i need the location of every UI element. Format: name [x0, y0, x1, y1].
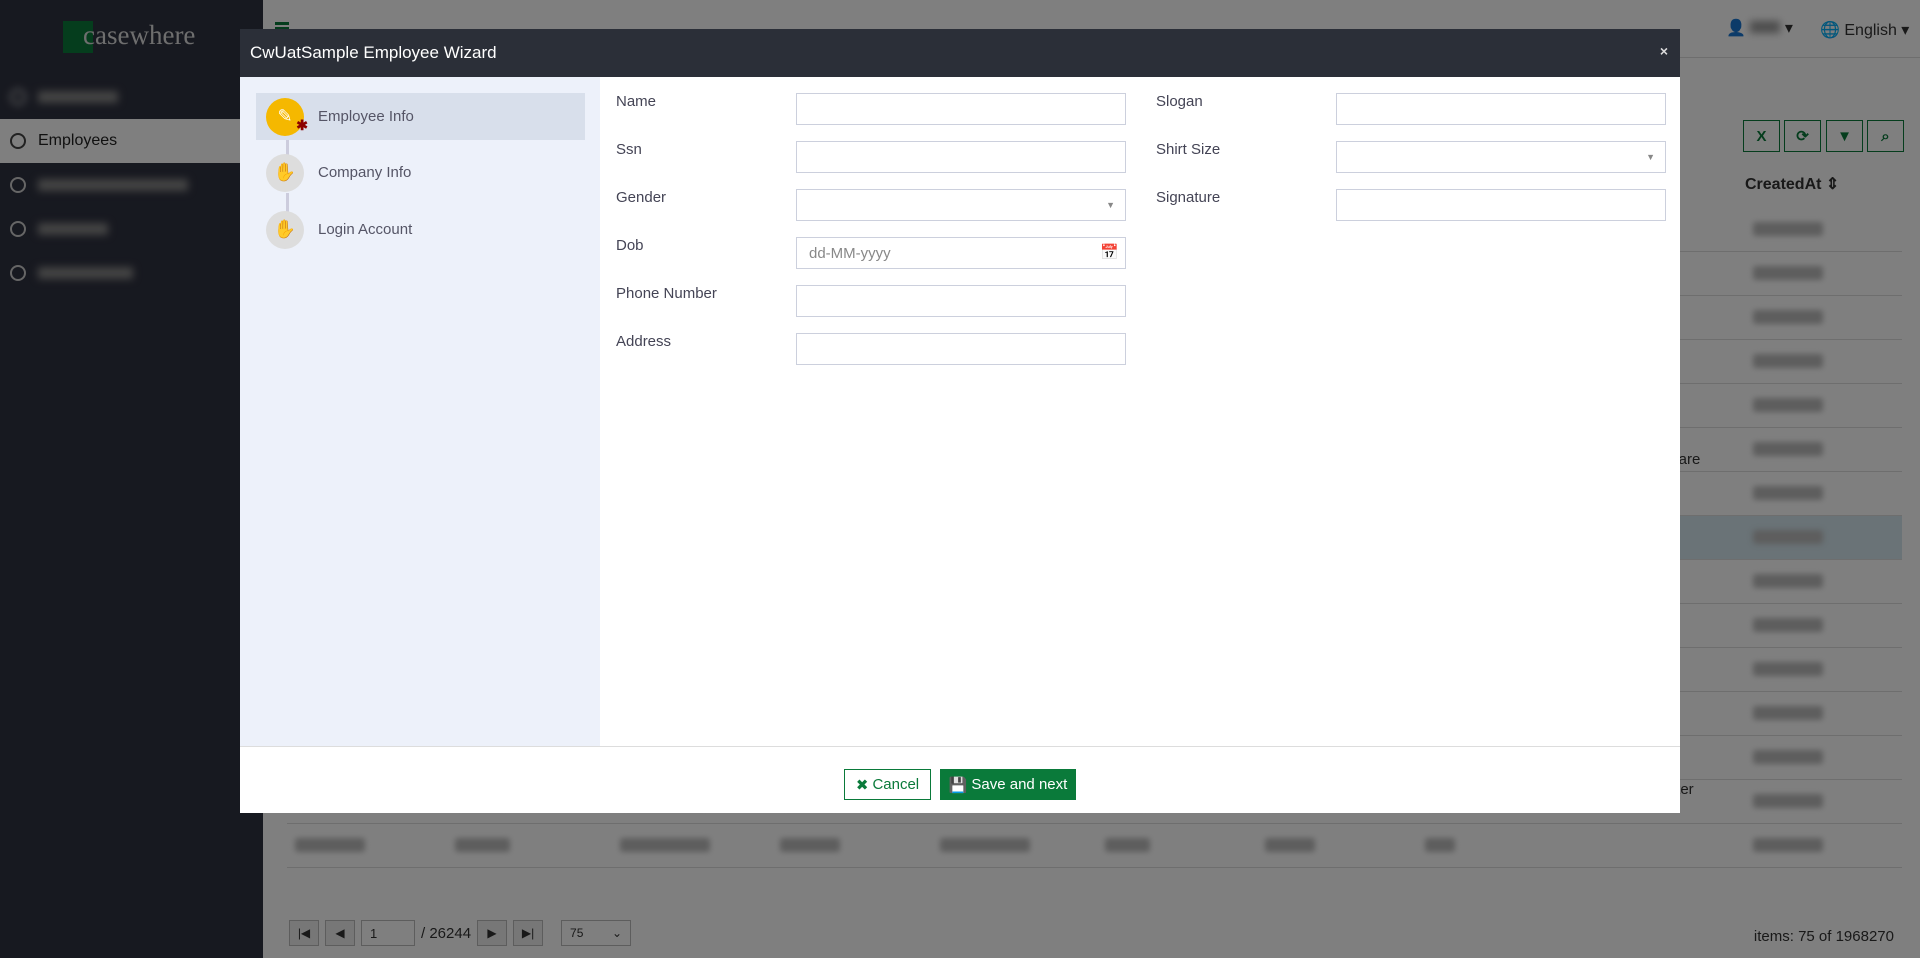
shirt-size-select[interactable]: ▼ — [1336, 141, 1666, 173]
ssn-input[interactable] — [796, 141, 1126, 173]
name-input[interactable] — [796, 93, 1126, 125]
x-icon: ✖ — [855, 776, 869, 794]
step-label: Company Info — [318, 164, 412, 181]
signature-input[interactable] — [1336, 189, 1666, 221]
step-company-info[interactable]: ✋ Company Info — [256, 149, 585, 196]
gender-label: Gender — [616, 189, 667, 206]
modal-footer: ✖ Cancel 💾 Save and next — [240, 746, 1680, 813]
wizard-steps: ✎ ✱ Employee Info ✋ Company Info ✋ Login … — [240, 77, 600, 746]
calendar-icon[interactable]: 📅 — [1100, 243, 1119, 261]
modal-header: CwUatSample Employee Wizard × — [240, 29, 1680, 77]
step-label: Employee Info — [318, 108, 414, 125]
chevron-down-icon: ▼ — [1646, 152, 1655, 162]
employee-info-form: Name Ssn Gender ▼ Dob dd-MM-yyyy 📅 Phone … — [600, 77, 1680, 746]
name-label: Name — [616, 93, 657, 110]
pencil-icon: ✎ ✱ — [266, 97, 308, 136]
signature-label: Signature — [1156, 189, 1221, 206]
save-and-next-button[interactable]: 💾 Save and next — [940, 769, 1076, 800]
dob-input[interactable]: dd-MM-yyyy 📅 — [796, 237, 1126, 269]
hand-icon: ✋ — [266, 153, 304, 192]
hand-icon: ✋ — [266, 210, 304, 249]
address-label: Address — [616, 333, 672, 350]
slogan-input[interactable] — [1336, 93, 1666, 125]
phone-input[interactable] — [796, 285, 1126, 317]
modal-title: CwUatSample Employee Wizard — [250, 43, 497, 62]
step-login-account[interactable]: ✋ Login Account — [256, 206, 585, 253]
employee-wizard-modal: CwUatSample Employee Wizard × ✎ ✱ Employe… — [240, 29, 1680, 813]
gender-select[interactable]: ▼ — [796, 189, 1126, 221]
step-label: Login Account — [318, 221, 413, 238]
chevron-down-icon: ▼ — [1106, 200, 1115, 210]
ssn-label: Ssn — [616, 141, 642, 158]
cancel-button[interactable]: ✖ Cancel — [844, 769, 931, 800]
close-icon[interactable]: × — [1660, 43, 1668, 59]
dob-label: Dob — [616, 237, 644, 254]
phone-label: Phone Number — [616, 285, 717, 302]
address-input[interactable] — [796, 333, 1126, 365]
save-icon: 💾 — [948, 776, 968, 794]
shirt-size-label: Shirt Size — [1156, 141, 1221, 158]
step-employee-info[interactable]: ✎ ✱ Employee Info — [256, 93, 585, 140]
slogan-label: Slogan — [1156, 93, 1203, 110]
